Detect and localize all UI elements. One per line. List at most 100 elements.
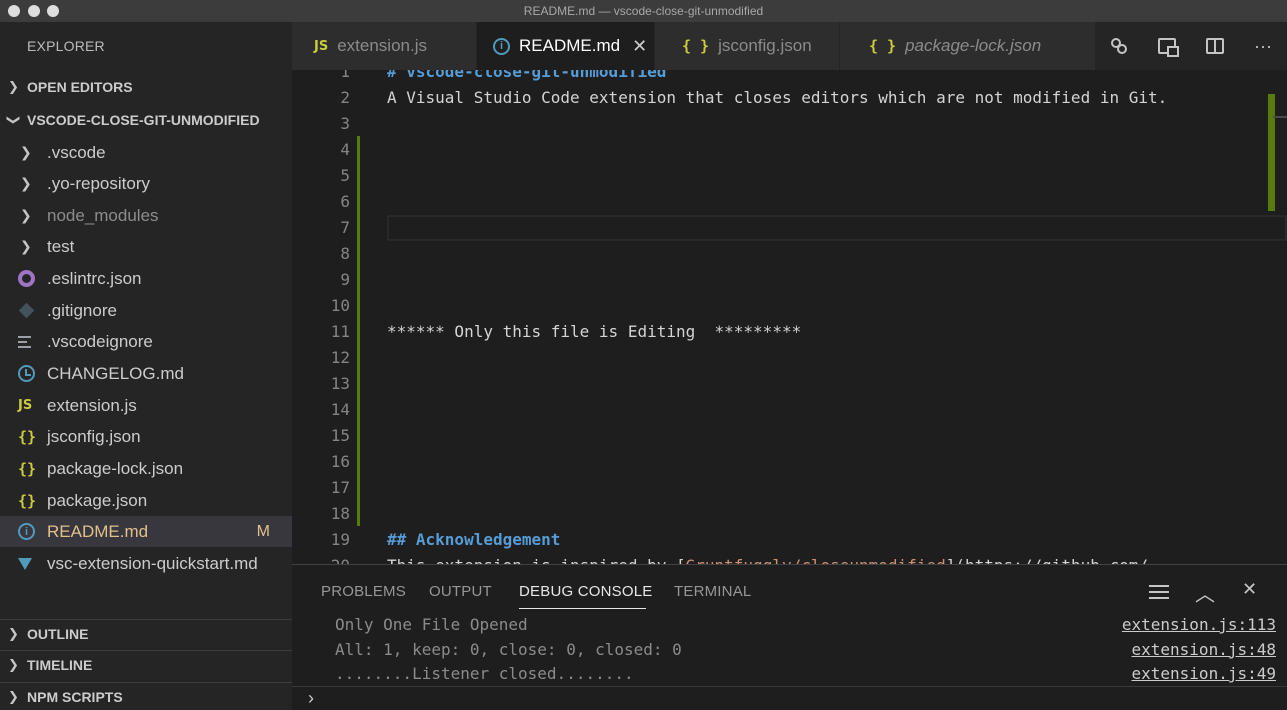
tab-package-lock[interactable]: { } package-lock.json — [840, 22, 1095, 70]
panel-tab-problems[interactable]: PROBLEMS — [321, 583, 406, 600]
tab-readme[interactable]: i README.md ✕ — [477, 22, 654, 70]
tree-item-vscodeignore[interactable]: .vscodeignore — [0, 326, 292, 357]
line-number: 11 — [330, 322, 350, 341]
tree-item-label: package-lock.json — [47, 458, 184, 478]
section-label: VSCODE-CLOSE-GIT-UNMODIFIED — [27, 112, 260, 128]
explorer-sidebar: EXPLORER ❯ OPEN EDITORS ❯ VSCODE-CLOSE-G… — [0, 22, 292, 710]
code-line: 3 — [292, 110, 1287, 136]
tree-item-label: .eslintrc.json — [47, 268, 142, 288]
filter-icon — [1149, 585, 1169, 599]
section-outline[interactable]: ❯ OUTLINE — [0, 619, 292, 647]
editor-area[interactable]: 1 # vscode-close-git-unmodified 2 A Visu… — [292, 70, 1287, 564]
tree-item-label: extension.js — [47, 395, 137, 415]
tree-item-label: vsc-extension-quickstart.md — [47, 553, 258, 573]
json-icon: { } — [682, 37, 710, 55]
console-line: Only One File Opened extension.js:113 — [292, 615, 1287, 640]
tree-item-quickstart[interactable]: vsc-extension-quickstart.md — [0, 548, 292, 579]
tab-jsconfig[interactable]: { } jsconfig.json — [655, 22, 839, 70]
code-line: 9 — [292, 266, 1287, 292]
code-line: 10 — [292, 292, 1287, 318]
code-line: 20 This extension is inspired by [Gruntf… — [292, 552, 1287, 564]
tree-item-label: CHANGELOG.md — [47, 363, 184, 383]
tree-item-label: .vscodeignore — [47, 331, 153, 351]
panel-tab-output[interactable]: OUTPUT — [429, 583, 492, 600]
console-source-link[interactable]: extension.js:49 — [1132, 664, 1277, 683]
console-source-link[interactable]: extension.js:113 — [1122, 615, 1276, 634]
line-number: 18 — [330, 504, 350, 523]
split-editor-button[interactable] — [1204, 35, 1226, 57]
code-line: 18 — [292, 500, 1287, 526]
section-npm-scripts[interactable]: ❯ NPM SCRIPTS — [0, 682, 292, 710]
console-message: ........Listener closed........ — [335, 664, 634, 683]
tree-item-node-modules[interactable]: ❯ node_modules — [0, 200, 292, 231]
tree-item-test[interactable]: ❯ test — [0, 231, 292, 262]
code-line: 6 — [292, 188, 1287, 214]
compare-changes-button[interactable] — [1108, 35, 1130, 57]
tab-label: extension.js — [337, 36, 427, 55]
chevron-right-icon: ❯ — [20, 207, 32, 223]
chevron-right-icon: ❯ — [8, 79, 19, 94]
chevron-up-icon[interactable]: ︿ — [1195, 578, 1215, 607]
close-tab-icon[interactable]: ✕ — [632, 36, 647, 57]
console-line: All: 1, keep: 0, close: 0, closed: 0 ext… — [292, 640, 1287, 665]
section-project[interactable]: ❯ VSCODE-CLOSE-GIT-UNMODIFIED — [0, 106, 292, 134]
git-added-indicator — [357, 162, 360, 188]
tree-item-label: jsconfig.json — [47, 426, 141, 446]
filter-button[interactable] — [1149, 585, 1169, 599]
code-text: ****** Only this file is Editing *******… — [387, 322, 802, 341]
tab-label: README.md — [519, 36, 621, 55]
tree-item-extension-js[interactable]: JS extension.js — [0, 390, 292, 421]
code-line: 12 — [292, 344, 1287, 370]
code-line: 17 — [292, 474, 1287, 500]
line-number: 10 — [330, 296, 350, 315]
panel-tab-debug-console[interactable]: DEBUG CONSOLE — [519, 583, 652, 600]
open-preview-button[interactable] — [1156, 35, 1179, 57]
editor-actions: ··· — [1095, 22, 1287, 70]
prompt-chevron-icon: › — [308, 688, 314, 708]
panel-tab-terminal[interactable]: TERMINAL — [674, 583, 751, 600]
tree-item-eslintrc[interactable]: .eslintrc.json — [0, 263, 292, 294]
code-text-before: This extension is inspired by [ — [387, 556, 686, 564]
chevron-right-icon: ❯ — [8, 688, 19, 704]
lines-icon — [18, 335, 31, 348]
js-icon: JS — [314, 38, 329, 54]
code-line: 1 # vscode-close-git-unmodified — [292, 70, 1287, 84]
line-number: 2 — [340, 88, 350, 107]
section-label: NPM SCRIPTS — [27, 688, 123, 705]
code-text: # vscode-close-git-unmodified — [387, 70, 667, 81]
close-panel-icon[interactable]: ✕ — [1242, 579, 1257, 600]
console-source-link[interactable]: extension.js:48 — [1132, 640, 1277, 659]
section-label: OPEN EDITORS — [27, 79, 133, 95]
line-number: 8 — [340, 244, 350, 263]
json-icon: {} — [18, 491, 37, 510]
split-editor-icon — [1206, 38, 1224, 54]
compare-changes-icon — [1110, 37, 1128, 55]
git-icon — [18, 302, 35, 319]
markdown-link[interactable]: Gruntfuggly/closeunmodified — [686, 556, 946, 564]
code-line: 14 — [292, 396, 1287, 422]
code-text: This extension is inspired by [Gruntfugg… — [387, 556, 1148, 564]
tree-item-jsconfig[interactable]: {} jsconfig.json — [0, 421, 292, 452]
line-number: 9 — [340, 270, 350, 289]
tree-item-readme[interactable]: i README.md M — [0, 516, 292, 547]
tree-item-package-lock[interactable]: {} package-lock.json — [0, 453, 292, 484]
section-timeline[interactable]: ❯ TIMELINE — [0, 650, 292, 678]
section-open-editors[interactable]: ❯ OPEN EDITORS — [0, 73, 292, 101]
tree-item-yo-repository[interactable]: ❯ .yo-repository — [0, 168, 292, 199]
tree-item-gitignore[interactable]: .gitignore — [0, 295, 292, 326]
tab-extension-js[interactable]: JS extension.js — [292, 22, 476, 70]
tree-item-vscode[interactable]: ❯ .vscode — [0, 137, 292, 168]
debug-console-input[interactable]: › — [292, 686, 1287, 710]
more-actions-icon[interactable]: ··· — [1252, 35, 1274, 57]
git-added-indicator — [357, 266, 360, 292]
tree-item-package-json[interactable]: {} package.json — [0, 485, 292, 516]
tree-item-changelog[interactable]: CHANGELOG.md — [0, 358, 292, 389]
section-label: TIMELINE — [27, 656, 93, 673]
line-number: 16 — [330, 452, 350, 471]
active-tab-underline — [519, 608, 646, 609]
code-line: 13 — [292, 370, 1287, 396]
section-label: OUTLINE — [27, 625, 89, 642]
info-icon: i — [493, 37, 510, 55]
line-number: 7 — [340, 218, 350, 237]
chevron-right-icon: ❯ — [8, 625, 19, 641]
